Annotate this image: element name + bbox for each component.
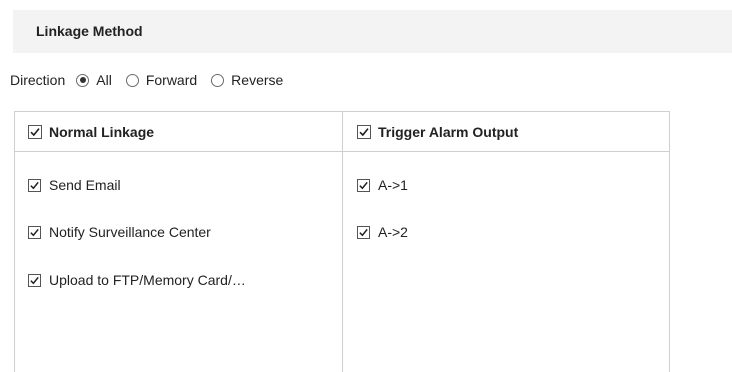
trigger-alarm-output-checkbox[interactable]: [357, 124, 371, 139]
trigger-alarm-output-header-label: Trigger Alarm Output: [378, 123, 519, 140]
notify-surveillance-center-checkbox[interactable]: [28, 225, 41, 239]
alarm-output-a2-checkbox[interactable]: [357, 225, 370, 239]
radio-all-label: All: [96, 72, 112, 88]
radio-reverse-label: Reverse: [231, 72, 284, 88]
direction-row: Direction All Forward Reverse: [10, 71, 297, 89]
trigger-alarm-output-column: Trigger Alarm Output A->1 A->2: [343, 112, 669, 372]
checkmark-icon: [30, 181, 39, 189]
notify-surveillance-center-label: Notify Surveillance Center: [49, 224, 211, 240]
normal-linkage-checkbox[interactable]: [28, 124, 42, 139]
radio-reverse[interactable]: [211, 73, 225, 87]
checkmark-icon: [359, 127, 369, 136]
direction-option-forward[interactable]: Forward: [125, 72, 198, 88]
linkage-table: Normal Linkage Send Email Notify Surveil…: [14, 111, 670, 372]
upload-ftp-item[interactable]: Upload to FTP/Memory Card/…: [28, 272, 246, 288]
section-title: Linkage Method: [36, 23, 143, 39]
alarm-output-a2-label: A->2: [378, 224, 408, 240]
notify-surveillance-center-item[interactable]: Notify Surveillance Center: [28, 224, 211, 240]
upload-ftp-label: Upload to FTP/Memory Card/…: [49, 272, 246, 288]
alarm-output-a1-label: A->1: [378, 177, 408, 193]
direction-label: Direction: [10, 72, 66, 88]
alarm-output-a2-item[interactable]: A->2: [357, 224, 408, 240]
normal-linkage-header[interactable]: Normal Linkage: [15, 112, 342, 152]
checkmark-icon: [359, 228, 368, 236]
upload-ftp-checkbox[interactable]: [28, 273, 41, 287]
radio-all[interactable]: [76, 73, 90, 87]
normal-linkage-column: Normal Linkage Send Email Notify Surveil…: [15, 112, 343, 372]
send-email-label: Send Email: [49, 177, 121, 193]
direction-option-all[interactable]: All: [76, 72, 112, 88]
checkmark-icon: [30, 127, 40, 136]
radio-forward[interactable]: [125, 73, 139, 87]
alarm-output-a1-checkbox[interactable]: [357, 178, 370, 192]
checkmark-icon: [359, 181, 368, 189]
checkmark-icon: [30, 228, 39, 236]
direction-option-reverse[interactable]: Reverse: [211, 72, 283, 88]
send-email-item[interactable]: Send Email: [28, 177, 121, 193]
trigger-alarm-output-header[interactable]: Trigger Alarm Output: [343, 112, 669, 152]
checkmark-icon: [30, 276, 39, 284]
section-header: Linkage Method: [13, 10, 732, 53]
send-email-checkbox[interactable]: [28, 178, 41, 192]
radio-forward-label: Forward: [145, 72, 198, 88]
alarm-output-a1-item[interactable]: A->1: [357, 177, 408, 193]
normal-linkage-header-label: Normal Linkage: [49, 123, 155, 140]
